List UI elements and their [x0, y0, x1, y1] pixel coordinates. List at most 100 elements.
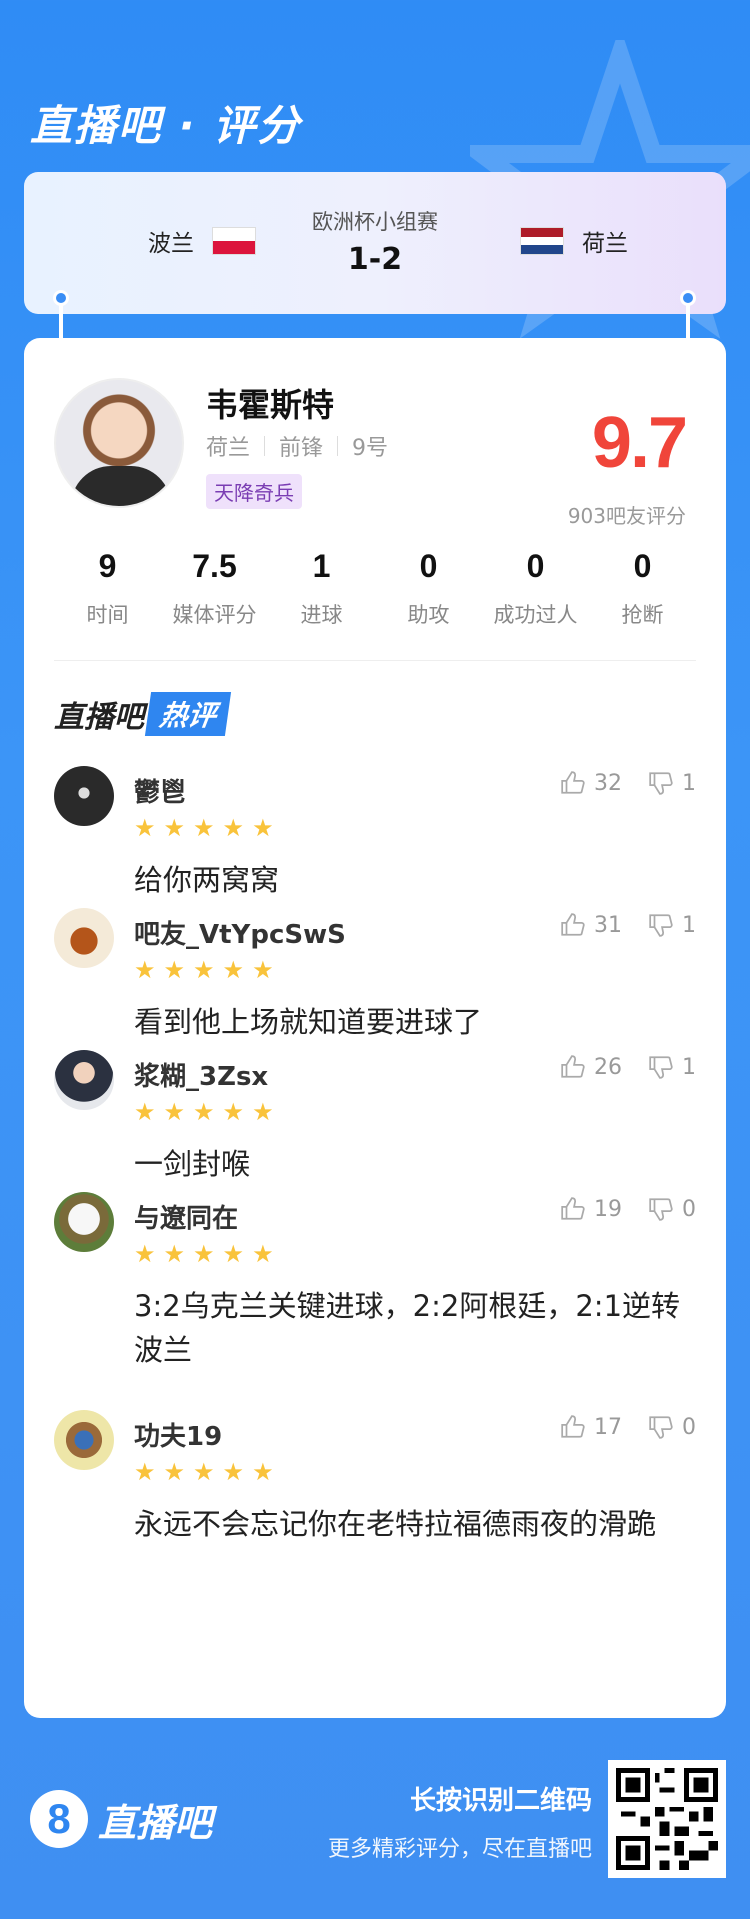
- stat-item: 0 成功过人: [493, 548, 578, 627]
- thumbs-down-icon: [649, 772, 673, 795]
- player-name: 韦霍斯特: [206, 386, 335, 424]
- player-meta: 荷兰 前锋 9号: [206, 430, 388, 462]
- rating-stars: ★ ★ ★ ★ ★: [134, 1458, 274, 1486]
- player-number: 9号: [352, 436, 389, 461]
- player-tag-badge: 天降奇兵: [206, 474, 302, 509]
- hot-comments-title: 直播吧 热评: [54, 692, 232, 736]
- hook-dot-top-left: [53, 290, 69, 306]
- stat-item: 7.5 媒体评分: [172, 548, 257, 627]
- player-position: 前锋: [279, 436, 324, 461]
- thumbs-up-icon: [561, 1055, 585, 1078]
- star-icon: ★: [193, 1240, 215, 1268]
- star-icon: ★: [163, 956, 186, 984]
- rating-count: 903吧友评分: [567, 504, 686, 528]
- comment-text: 看到他上场就知道要进球了: [134, 1005, 483, 1039]
- star-icon: ★: [134, 1240, 156, 1268]
- star-icon: ★: [222, 1458, 245, 1486]
- thumbs-down-icon: [649, 1198, 673, 1221]
- divider: [54, 660, 696, 661]
- qr-prompt-subtitle: 更多精彩评分，尽在直播吧: [327, 1837, 592, 1862]
- qr-prompt-title: 长按识别二维码: [409, 1786, 592, 1816]
- dislike-button[interactable]: 1: [648, 1054, 696, 1080]
- commenter-name[interactable]: 鬱鬯: [134, 772, 186, 809]
- star-icon: ★: [193, 814, 215, 842]
- like-button[interactable]: 32: [560, 770, 622, 796]
- star-icon: ★: [134, 814, 156, 842]
- star-icon: ★: [222, 814, 245, 842]
- dislike-button[interactable]: 1: [648, 912, 696, 938]
- match-card: 波兰 欧洲杯小组赛 1-2 荷兰: [24, 172, 726, 314]
- away-team: 荷兰: [520, 224, 628, 258]
- rating-stars: ★ ★ ★ ★ ★: [134, 1098, 274, 1126]
- away-team-name: 荷兰: [582, 231, 628, 257]
- commenter-avatar[interactable]: [54, 1410, 114, 1470]
- star-icon: ★: [134, 1458, 156, 1486]
- like-button[interactable]: 26: [560, 1054, 622, 1080]
- star-icon: ★: [193, 1458, 215, 1486]
- commenter-avatar[interactable]: [54, 766, 114, 826]
- commenter-name[interactable]: 吧友_VtYpcSwS: [134, 914, 346, 951]
- hook-dot-top-right: [680, 290, 696, 306]
- rating-stars: ★ ★ ★ ★ ★: [134, 956, 274, 984]
- star-icon: ★: [252, 814, 274, 842]
- stat-item: 1 进球: [300, 548, 343, 627]
- rating-stars: ★ ★ ★ ★ ★: [134, 814, 274, 842]
- commenter-avatar[interactable]: [54, 908, 114, 968]
- thumbs-up-icon: [561, 1197, 585, 1220]
- star-icon: ★: [163, 1458, 186, 1486]
- like-button[interactable]: 17: [560, 1414, 622, 1440]
- star-icon: ★: [134, 956, 156, 984]
- star-icon: ★: [134, 1098, 156, 1126]
- stat-item: 0 助攻: [407, 548, 450, 627]
- thumbs-down-icon: [649, 1056, 673, 1079]
- dislike-button[interactable]: 0: [648, 1196, 696, 1222]
- comment-actions: 32 1: [560, 770, 696, 796]
- thumbs-up-icon: [561, 1415, 585, 1438]
- comment-text: 一剑封喉: [134, 1147, 251, 1181]
- star-icon: ★: [222, 1098, 245, 1126]
- comment-actions: 26 1: [560, 1054, 696, 1080]
- thumbs-down-icon: [649, 914, 673, 937]
- dislike-button[interactable]: 0: [648, 1414, 696, 1440]
- commenter-avatar[interactable]: [54, 1050, 114, 1110]
- star-icon: ★: [252, 1240, 274, 1268]
- star-icon: ★: [252, 1458, 274, 1486]
- star-icon: ★: [163, 814, 186, 842]
- commenter-avatar[interactable]: [54, 1192, 114, 1252]
- player-avatar: [54, 378, 184, 508]
- star-icon: ★: [163, 1240, 186, 1268]
- netherlands-flag-icon: [520, 227, 564, 255]
- star-icon: ★: [252, 956, 274, 984]
- dislike-button[interactable]: 1: [648, 770, 696, 796]
- stat-item: 9 时间: [86, 548, 129, 627]
- commenter-name[interactable]: 功夫19: [134, 1416, 222, 1453]
- comment-actions: 17 0: [560, 1414, 696, 1440]
- like-button[interactable]: 19: [560, 1196, 622, 1222]
- comment-actions: 19 0: [560, 1196, 696, 1222]
- comment-text: 3:2乌克兰关键进球，2:2阿根廷，2:1逆转波兰: [134, 1289, 681, 1367]
- rating-stars: ★ ★ ★ ★ ★: [134, 1240, 274, 1268]
- star-icon: ★: [163, 1098, 186, 1126]
- player-team: 荷兰: [206, 436, 251, 461]
- player-stats: 9 时间 7.5 媒体评分 1 进球 0 助攻 0 成功过人 0 抢断: [54, 548, 696, 629]
- star-icon: ★: [222, 956, 245, 984]
- thumbs-up-icon: [561, 913, 585, 936]
- star-icon: ★: [193, 956, 215, 984]
- thumbs-up-icon: [561, 771, 585, 794]
- commenter-name[interactable]: 浆糊_3Zsx: [134, 1056, 268, 1093]
- stat-item: 0 抢断: [621, 548, 664, 627]
- brand-title: 直播吧 · 评分: [30, 101, 302, 150]
- star-icon: ★: [252, 1098, 274, 1126]
- logo-text: 直播吧: [98, 1800, 213, 1845]
- comment-actions: 31 1: [560, 912, 696, 938]
- comment-text: 给你两窝窝: [134, 863, 280, 897]
- qr-code-icon[interactable]: [608, 1760, 726, 1878]
- player-rating-card: 韦霍斯特 荷兰 前锋 9号 天降奇兵 9.7 903吧友评分 9 时间 7.5 媒体…: [24, 338, 726, 1718]
- star-icon: ★: [193, 1098, 215, 1126]
- thumbs-down-icon: [649, 1416, 673, 1439]
- logo-icon: 8: [30, 1790, 88, 1848]
- like-button[interactable]: 31: [560, 912, 622, 938]
- comment-text: 永远不会忘记你在老特拉福德雨夜的滑跪: [134, 1507, 657, 1541]
- star-icon: ★: [222, 1240, 245, 1268]
- commenter-name[interactable]: 与遼同在: [134, 1198, 238, 1235]
